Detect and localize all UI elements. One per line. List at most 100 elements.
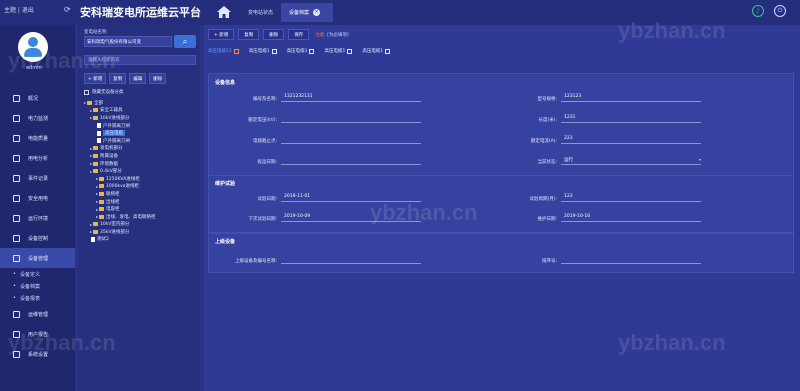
tree-node[interactable]: ▸ 出线、发电、高电联络柜 [84,213,198,221]
tree-node[interactable]: 测试2 [84,236,198,244]
expand-icon[interactable]: ▸ [90,222,92,227]
sidebar-item-usage-analysis[interactable]: 用电分析 [0,148,75,168]
bell-icon[interactable]: ♪ [752,5,764,17]
wrench-icon [13,310,20,318]
edit-icon[interactable] [271,48,277,54]
tree-node[interactable]: ▸ 1000kva进线柜 [84,183,198,191]
expand-icon[interactable]: ▸ [90,169,92,174]
edit-icon[interactable] [347,48,353,54]
sidebar-item-event-log[interactable]: 事件记录 [0,168,75,188]
sidebar-item-maintenance[interactable]: 运维管理 [0,304,75,324]
sidebar-subitem-device-report[interactable]: 设备报表 [0,292,75,304]
next-test-input[interactable]: 2019-10-09 [281,214,421,222]
cable-end-input[interactable] [281,136,421,144]
expand-icon[interactable]: ▸ [96,184,98,189]
tree-node[interactable]: ▸ 电容柜 [84,205,198,213]
sidebar-item-label: 电能质量 [28,135,49,142]
sidebar-item-power-quality[interactable]: 电能质量 [0,128,75,148]
home-icon[interactable] [213,1,235,23]
length-input[interactable]: 1231 [561,115,701,123]
close-icon[interactable]: × [313,9,321,16]
expand-icon[interactable]: ▸ [90,161,92,166]
copy-button[interactable]: 复制 [238,29,260,40]
sort-input[interactable] [561,256,701,264]
tree-node[interactable]: 户外隔离刀闸 [84,122,198,130]
hide-unclassified-checkbox[interactable]: 隐藏无设备分类 [84,89,124,95]
test-date-input[interactable]: 2019-11-01 [281,194,421,202]
sidebar-item-device-management[interactable]: 设备管理 [0,248,75,268]
tree-node[interactable]: ▸ 10kV进线部分 [84,114,198,122]
tab-device-archive[interactable]: 设备档案 × [281,3,333,22]
install-date-input[interactable] [281,157,421,165]
power-icon[interactable]: ⏻ [774,5,786,17]
sidebar-item-power-monitor[interactable]: 电力监测 [0,108,75,128]
device-tab[interactable]: 高压电缆1 [249,48,277,54]
sidebar-item-safe-power[interactable]: 安全用电 [0,188,75,208]
tree-node[interactable]: ▸ 附属设备 [84,152,198,160]
expand-icon[interactable]: ▸ [96,199,98,204]
device-tab[interactable]: 高压电缆12 [208,48,239,54]
device-tab[interactable]: 高压电缆1 [324,48,353,54]
tree-node[interactable]: 高压电缆 [84,129,198,137]
field-model: 型号规格: 123123 [489,94,701,102]
voltage-input[interactable] [281,115,421,123]
device-tab[interactable]: 高压电缆1 [362,48,391,54]
tree-node[interactable]: ▸ 10kV室内部分 [84,221,198,229]
search-icon[interactable]: ⌕ [174,35,196,48]
expand-icon[interactable]: ▸ [96,176,98,181]
edit-icon[interactable] [233,48,239,54]
user-menu[interactable]: 主题 | 退出 [4,5,34,14]
maint-date-input[interactable]: 2019-10-16 [561,214,701,222]
sidebar-item-device-control[interactable]: 设备控制 [0,228,75,248]
model-input[interactable]: 123123 [561,94,701,102]
tree-edit-button[interactable]: 编辑 [129,73,147,84]
expand-icon[interactable]: ▸ [96,214,98,219]
expand-icon[interactable]: ▸ [84,100,86,105]
tab-substation-status[interactable]: 变电站状态 [240,3,286,22]
avatar[interactable] [18,32,48,62]
tree-node[interactable]: ▸ 安全工器具 [84,107,198,115]
field-code: 编号及名称: 1321232131 [209,94,421,102]
add-button[interactable]: + 新增 [208,29,235,40]
sidebar-item-user-report[interactable]: 用户报告 [0,324,75,344]
edit-icon[interactable] [309,48,315,54]
code-input[interactable]: 1321232131 [281,94,421,102]
tree-node[interactable]: ▸ 35kV进线部分 [84,228,198,236]
tree-node[interactable]: ▸ 0.4kV部分 [84,167,198,175]
expand-icon[interactable]: ▸ [90,115,92,120]
tree-node[interactable]: ▸ 全部 [84,99,198,107]
tree-node[interactable]: ▸ 出线柜 [84,198,198,206]
tree-node[interactable]: ▸ 环境数据 [84,160,198,168]
edit-icon[interactable] [385,48,391,54]
expand-icon[interactable]: ▸ [90,229,92,234]
device-tab[interactable]: 高压电缆1 [287,48,315,54]
tree-copy-button[interactable]: 复制 [109,73,127,84]
save-button[interactable]: 保存 [288,29,310,40]
current-input[interactable]: 223 [561,136,701,144]
sidebar-subitem-device-archive[interactable]: 设备档案 [0,280,75,292]
parent-input[interactable] [281,256,421,264]
tree-node[interactable]: ▸ 联络柜 [84,190,198,198]
expand-icon[interactable]: ▸ [96,191,98,196]
test-cycle-input[interactable]: 123 [561,194,701,202]
sidebar-subitem-device-definition[interactable]: 设备定义 [0,268,75,280]
device-tab-label: 高压电缆12 [208,49,232,54]
expand-icon[interactable]: ▸ [90,108,92,113]
refresh-icon[interactable]: ⟳ [64,5,71,14]
tree-node[interactable]: 户外隔离刀闸 [84,137,198,145]
expand-icon[interactable]: ▸ [90,146,92,151]
substation-select[interactable]: 安科瑞电气股份有限公司变 [84,36,172,47]
tree-add-button[interactable]: + 新增 [84,73,107,84]
tree-node[interactable]: ▸ 发电机部分 [84,145,198,153]
tree-search-input[interactable]: 请输入检索内容 [84,55,196,65]
expand-icon[interactable]: ▸ [96,207,98,212]
sidebar-item-system-settings[interactable]: 系统设置 [0,344,75,364]
tree-delete-button[interactable]: 删除 [149,73,167,84]
checkbox-box [84,89,89,95]
expand-icon[interactable]: ▸ [90,153,92,158]
delete-button[interactable]: 删除 [263,29,285,40]
tree-node[interactable]: ▸ 1250KVA进线柜 [84,175,198,183]
status-select[interactable]: 运行 [561,157,701,165]
sidebar-item-environment[interactable]: 运行环境 [0,208,75,228]
sidebar-item-overview[interactable]: 概况 [0,88,75,108]
